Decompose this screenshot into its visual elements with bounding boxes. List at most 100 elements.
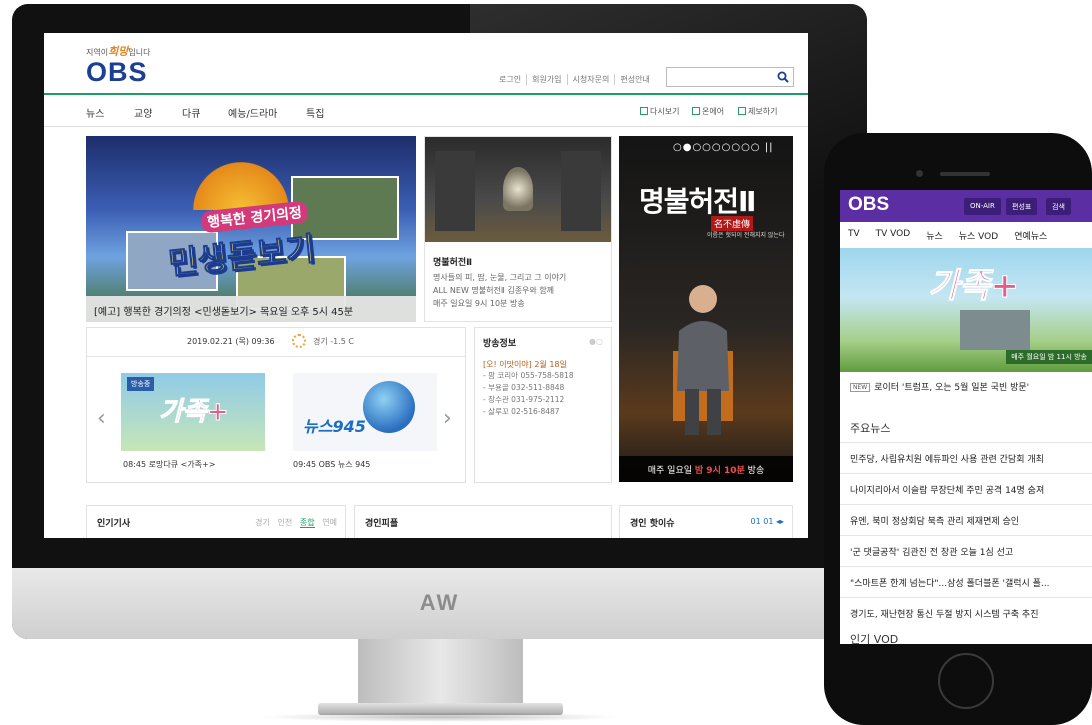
carousel-indicator[interactable]: ○●○○○○○○○ || xyxy=(673,142,773,153)
hero-caption[interactable]: [예고] 행복한 경기의정 <민생돋보기> 목요일 오후 5시 45분 xyxy=(86,296,416,322)
headline-text: 로이터 '트럼프, 오는 5월 일본 국빈 방문' xyxy=(874,383,1030,393)
monitor-stand xyxy=(358,639,523,705)
onair-link[interactable]: 온에어 xyxy=(692,106,724,117)
report-link[interactable]: 제보하기 xyxy=(738,106,777,117)
host-photo xyxy=(673,285,733,435)
promo-hanja: 名不虛傳 xyxy=(711,216,754,231)
news-list: 민주당, 사립유치원 에듀파인 사용 관련 간담회 개최 나이지리아서 이슬람 … xyxy=(840,442,1092,628)
current-datetime: 2019.02.21 (목) 09:36 xyxy=(187,337,275,346)
nav-docu[interactable]: 다큐 xyxy=(182,105,200,120)
schedule-caption[interactable]: 08:45 로망다큐 <가족+> xyxy=(123,459,215,470)
section-title: 경인피플 xyxy=(365,519,399,529)
globe-graphic xyxy=(363,381,415,433)
pager-dots-icon[interactable]: ●○ xyxy=(589,337,603,346)
info-subtitle[interactable]: [오! 이맛이야] 2월 18일 xyxy=(483,359,603,370)
tab-incheon[interactable]: 인천 xyxy=(278,518,293,527)
schedule-button[interactable]: 편성표 xyxy=(1006,198,1038,215)
list-item[interactable]: 유엔, 북미 정상회담 북측 관리 제재면제 승인 xyxy=(840,504,1092,535)
schedule-thumbnail[interactable]: 뉴스945 xyxy=(293,373,437,451)
hero-banner[interactable]: 행복한 경기의정 민생돋보기 xyxy=(86,136,416,322)
list-item[interactable]: 경기도, 재난현장 통신 두절 방지 시스템 구축 추진 xyxy=(840,597,1092,628)
prev-arrow-icon[interactable]: ‹ xyxy=(97,406,106,431)
report-label: 제보하기 xyxy=(748,107,778,116)
nav-news[interactable]: 뉴스 xyxy=(86,105,104,120)
phone-speaker xyxy=(940,172,990,176)
set-lamp xyxy=(503,167,533,211)
program-title: 명불허전Ⅱ xyxy=(433,258,473,268)
mobile-nav-news[interactable]: 뉴스 xyxy=(918,222,951,248)
house-graphic xyxy=(960,310,1030,350)
tab-general[interactable]: 종합 xyxy=(299,518,315,528)
airtime-ribbon: 매주 월요일 밤 11시 방송 xyxy=(1006,350,1092,364)
promo-title: 명불허전Ⅱ xyxy=(639,185,756,218)
mobile-nav-tv-vod[interactable]: TV VOD xyxy=(868,222,919,248)
schedule-thumbnail[interactable]: 방송중 가족+ xyxy=(121,373,265,451)
slogan-prefix: 지역이 xyxy=(86,48,109,57)
tab-entertainment[interactable]: 연예 xyxy=(322,518,337,527)
mobile-banner[interactable]: 가족+ 매주 월요일 밤 11시 방송 xyxy=(840,248,1092,372)
replay-label: 다시보기 xyxy=(650,107,680,116)
mobile-screen: OBS ON-AIR 편성표 검색 TV TV VOD 뉴스 뉴스 VOD 연예… xyxy=(840,190,1092,644)
hero-fan-graphic xyxy=(191,140,291,210)
tab-gyeonggi[interactable]: 경기 xyxy=(255,518,270,527)
set-shelf xyxy=(561,151,601,231)
info-line: - 부용골 032-511-8848 xyxy=(483,383,565,392)
search-input[interactable] xyxy=(666,67,794,87)
weather-text: 경기 -1.5 C xyxy=(313,337,355,346)
program-image xyxy=(425,137,611,242)
schedule-widget: 2019.02.21 (목) 09:36 경기 -1.5 C ‹ 방송중 가족+… xyxy=(86,327,466,483)
airtime-suffix: 방송 xyxy=(747,466,765,476)
replay-link[interactable]: 다시보기 xyxy=(640,106,679,117)
device-mockup: AW 지역이희망입니다 OBS 로그인 회원가입 시청자문의 편성안내 뉴스 교… xyxy=(0,0,1092,725)
onair-icon xyxy=(692,107,700,115)
issue-pager[interactable]: 01 01 ◂▸ xyxy=(751,517,784,526)
monitor-shadow xyxy=(260,712,620,722)
headline-ticker[interactable]: NEW 로이터 '트럼프, 오는 5월 일본 국빈 방문' xyxy=(840,380,1092,398)
site-header: 지역이희망입니다 OBS 로그인 회원가입 시청자문의 편성안내 xyxy=(44,33,808,95)
signup-link[interactable]: 회원가입 xyxy=(526,74,566,85)
divider xyxy=(87,356,465,357)
next-arrow-icon[interactable]: › xyxy=(443,406,452,431)
utility-links: 로그인 회원가입 시청자문의 편성안내 xyxy=(494,74,655,85)
site-logo[interactable]: OBS xyxy=(86,57,148,88)
monitor-chin: AW xyxy=(12,568,867,639)
slogan-suffix: 입니다 xyxy=(128,48,151,57)
list-item[interactable]: 민주당, 사립유치원 에듀파인 사용 관련 간담회 개최 xyxy=(840,442,1092,473)
search-icon[interactable] xyxy=(777,71,789,83)
schedule-link[interactable]: 편성안내 xyxy=(614,74,654,85)
issue-page: 01 01 xyxy=(750,517,774,526)
main-nav: 뉴스 교양 다큐 예능/드라마 특집 다시보기 온에어 제보하기 xyxy=(44,95,808,127)
list-item[interactable]: "스마트폰 한계 넘는다"...삼성 폴더블폰 '갤럭시 폴... xyxy=(840,566,1092,597)
new-badge: NEW xyxy=(850,383,871,392)
nav-culture[interactable]: 교양 xyxy=(134,105,152,120)
nav-special[interactable]: 특집 xyxy=(306,105,324,120)
nav-entertainment[interactable]: 예능/드라마 xyxy=(228,105,277,120)
desktop-screen: 지역이희망입니다 OBS 로그인 회원가입 시청자문의 편성안내 뉴스 교양 다… xyxy=(44,33,808,538)
section-title: 경인 핫이슈 xyxy=(630,519,675,529)
brand-logo: AW xyxy=(419,590,460,615)
report-icon xyxy=(738,107,746,115)
info-line: - 장수관 031-975-2112 xyxy=(483,395,565,404)
mobile-nav-ent-news[interactable]: 연예뉴스 xyxy=(1006,222,1055,248)
promo-banner[interactable]: ○●○○○○○○○ || 명불허전Ⅱ 名不虛傳 이름은 헛되이 전해지지 않는다… xyxy=(619,136,793,482)
mobile-nav: TV TV VOD 뉴스 뉴스 VOD 연예뉴스 xyxy=(840,222,1092,248)
section-title: 인기기사 xyxy=(97,519,131,529)
search-button[interactable]: 검색 xyxy=(1046,198,1071,215)
login-link[interactable]: 로그인 xyxy=(494,74,526,85)
promo-subtitle: 이름은 헛되이 전해지지 않는다 xyxy=(707,232,785,239)
onair-button[interactable]: ON-AIR xyxy=(964,198,1001,215)
home-button[interactable] xyxy=(938,653,994,709)
mobile-nav-news-vod[interactable]: 뉴스 VOD xyxy=(951,222,1006,248)
mobile-logo[interactable]: OBS xyxy=(848,194,889,216)
list-item[interactable]: '군 댓글공작' 김관진 전 장관 오늘 1심 선고 xyxy=(840,535,1092,566)
viewer-inquiry-link[interactable]: 시청자문의 xyxy=(566,74,615,85)
schedule-caption[interactable]: 09:45 OBS 뉴스 945 xyxy=(293,459,370,470)
program-card[interactable]: 명불허전Ⅱ 명사들의 피, 땀, 눈물, 그리고 그 이야기 ALL NEW 명… xyxy=(424,136,612,322)
list-item[interactable]: 나이지리아서 이슬람 무장단체 주민 공격 14명 숨져 xyxy=(840,473,1092,504)
sun-icon xyxy=(292,334,306,348)
info-line: - 살루꼬 02-516-8487 xyxy=(483,407,560,416)
replay-icon xyxy=(640,107,648,115)
mobile-nav-tv[interactable]: TV xyxy=(840,222,868,248)
airtime-prefix: 매주 일요일 xyxy=(647,466,693,476)
program-desc: 명사들의 피, 땀, 눈물, 그리고 그 이야기 ALL NEW 명불허전Ⅱ 김… xyxy=(433,271,609,310)
